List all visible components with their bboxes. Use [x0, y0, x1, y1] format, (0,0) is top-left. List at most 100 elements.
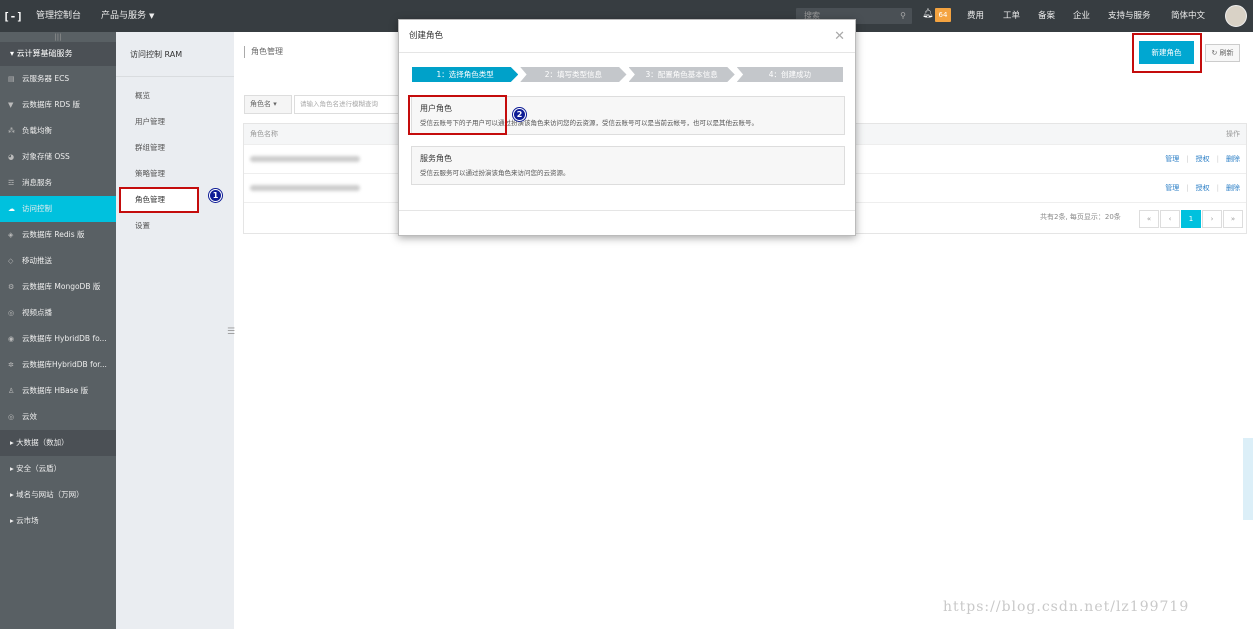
service-role-option[interactable]: 服务角色 受信云服务可以通过扮演该角色来访问您的云资源。 — [411, 146, 845, 185]
console-link[interactable]: 管理控制台 — [26, 0, 91, 32]
nav-enterprise[interactable]: 企业 — [1073, 0, 1090, 32]
left-sidebar: ||| ▾ 云计算基础服务 ▤ 云服务器 ECS ▼ 云数据库 RDS 版 ⁂ 负载均… — [0, 32, 116, 629]
products-menu[interactable]: 产品与服务 ▼ — [91, 0, 164, 32]
page-current[interactable]: 1 — [1181, 210, 1201, 228]
filter-select[interactable]: 角色名 ▾ — [244, 95, 292, 114]
subnav-item-settings[interactable]: 设置 — [116, 213, 234, 239]
nav-icp[interactable]: 备案 — [1038, 0, 1055, 32]
subnav-item-users[interactable]: 用户管理 — [116, 109, 234, 135]
authorize-link[interactable]: 授权 — [1196, 155, 1210, 163]
sidebar-item-label: 云服务器 ECS — [22, 74, 70, 83]
caret-down-icon: ▼ — [149, 12, 155, 20]
hbase-icon: ♙ — [8, 387, 15, 395]
redacted-role-name — [250, 185, 360, 191]
sidebar-group-market[interactable]: ▸ 云市场 — [0, 508, 116, 534]
nav-ticket[interactable]: 工单 — [1003, 0, 1020, 32]
sidebar-item-ram[interactable]: ☁ 访问控制 — [0, 196, 116, 222]
subnav-item-groups[interactable]: 群组管理 — [116, 135, 234, 161]
option-title: 服务角色 — [420, 154, 452, 163]
sidebar-item-push[interactable]: ◇ 移动推送 — [0, 248, 116, 274]
sidebar-item-label: 云效 — [22, 412, 37, 421]
manage-link[interactable]: 管理 — [1165, 184, 1179, 192]
sidebar-item-ecs[interactable]: ▤ 云服务器 ECS — [0, 66, 116, 92]
sidebar-group-security[interactable]: ▸ 安全（云盾） — [0, 456, 116, 482]
highlight-box — [408, 95, 507, 135]
subnav-item-overview[interactable]: 概览 — [116, 83, 234, 109]
subnav-item-roles[interactable]: 角色管理 — [119, 187, 199, 213]
delete-link[interactable]: 删除 — [1226, 184, 1240, 192]
sidebar-item-devops[interactable]: ◎ 云效 — [0, 404, 116, 430]
sidebar-group-domain[interactable]: ▸ 域名与网站（万网） — [0, 482, 116, 508]
bell-icon[interactable]: 🔔︎ — [922, 9, 933, 19]
push-icon: ◇ — [8, 257, 14, 265]
filter-select-value: 角色名 — [250, 100, 271, 108]
row-actions: 管理 | 授权 | 删除 — [1165, 155, 1240, 163]
authorize-link[interactable]: 授权 — [1196, 184, 1210, 192]
sidebar-group-label: 安全（云盾） — [16, 464, 62, 473]
sidebar-item-oss[interactable]: ◕ 对象存储 OSS — [0, 144, 116, 170]
sidebar-item-mongodb[interactable]: ⚙ 云数据库 MongoDB 版 — [0, 274, 116, 300]
wizard-steps: 1：选择角色类型 2：填写类型信息 3：配置角色基本信息 4：创建成功 — [412, 67, 843, 82]
sidebar-toggle-icon[interactable]: ||| — [0, 32, 116, 42]
step-4: 4：创建成功 — [736, 67, 843, 82]
row-actions: 管理 | 授权 | 删除 — [1165, 184, 1240, 192]
feedback-tab[interactable] — [1243, 438, 1253, 520]
nav-support[interactable]: 支持与服务 — [1108, 0, 1151, 32]
step-2: 2：填写类型信息 — [520, 67, 627, 82]
refresh-button[interactable]: ↻ 刷新 — [1205, 44, 1240, 62]
step-marker-2: 2 — [513, 108, 526, 121]
pagination-info: 共有2条, 每页显示：20条 — [1040, 213, 1121, 221]
sidebar-group-label: 域名与网站（万网） — [16, 490, 84, 499]
nav-billing[interactable]: 费用 — [967, 0, 984, 32]
message-icon: ☲ — [8, 179, 15, 187]
sidebar-item-mns[interactable]: ☲ 消息服务 — [0, 170, 116, 196]
sidebar-group-cloud[interactable]: ▾ 云计算基础服务 — [0, 42, 116, 66]
col-role-name: 角色名称 — [250, 130, 278, 138]
watermark: https://blog.csdn.net/lz199719 — [943, 599, 1190, 615]
breadcrumb: 角色管理 — [244, 46, 283, 58]
manage-link[interactable]: 管理 — [1165, 155, 1179, 163]
sidebar-item-redis[interactable]: ◈ 云数据库 Redis 版 — [0, 222, 116, 248]
next-page-button[interactable]: › — [1202, 210, 1222, 228]
sidebar-item-slb[interactable]: ⁂ 负载均衡 — [0, 118, 116, 144]
sidebar-group-bigdata[interactable]: ▸ 大数据（数加） — [0, 430, 116, 456]
delete-link[interactable]: 删除 — [1226, 155, 1240, 163]
sidebar-item-label: 云数据库HybridDB for... — [22, 360, 107, 369]
new-role-button[interactable]: 新建角色 — [1139, 41, 1194, 64]
sidebar-item-hybriddb-1[interactable]: ◉ 云数据库 HybridDB fo... — [0, 326, 116, 352]
sidebar-item-hybriddb-2[interactable]: ✲ 云数据库HybridDB for... — [0, 352, 116, 378]
products-label: 产品与服务 — [101, 11, 147, 21]
avatar[interactable] — [1225, 5, 1247, 27]
close-icon[interactable]: ✕ — [834, 20, 845, 53]
step-1: 1：选择角色类型 — [412, 67, 519, 82]
step-marker-1: 1 — [209, 189, 222, 202]
aliyun-logo-icon[interactable]: [-] — [0, 0, 26, 32]
sidebar-item-label: 负载均衡 — [22, 126, 52, 135]
server-icon: ▤ — [8, 75, 15, 83]
sidebar-item-label: 移动推送 — [22, 256, 52, 265]
storage-icon: ◕ — [8, 153, 15, 161]
sidebar-item-vod[interactable]: ◎ 视频点播 — [0, 300, 116, 326]
load-balancer-icon: ⁂ — [8, 127, 15, 135]
option-desc: 受信云服务可以通过扮演该角色来访问您的云资源。 — [420, 169, 570, 177]
search-icon[interactable]: ⚲ — [900, 8, 906, 24]
sidebar-item-label: 云数据库 RDS 版 — [22, 100, 81, 109]
cloud-key-icon: ☁ — [8, 205, 15, 213]
notification-badge[interactable]: 64 — [935, 8, 951, 22]
col-operations: 操作 — [1226, 130, 1240, 138]
hybriddb-icon: ◉ — [8, 335, 15, 343]
last-page-button[interactable]: » — [1223, 210, 1243, 228]
dialog-title: 创建角色 — [409, 31, 444, 41]
refresh-icon: ↻ — [1211, 49, 1218, 57]
first-page-button[interactable]: « — [1139, 210, 1159, 228]
nav-language[interactable]: 简体中文 — [1171, 0, 1205, 32]
dialog-header: 创建角色 ✕ — [399, 20, 855, 53]
filter-input[interactable]: 请输入角色名进行模糊查询 — [294, 95, 404, 114]
subnav-item-policies[interactable]: 策略管理 — [116, 161, 234, 187]
sidebar-item-hbase[interactable]: ♙ 云数据库 HBase 版 — [0, 378, 116, 404]
prev-page-button[interactable]: ‹ — [1160, 210, 1180, 228]
devops-icon: ◎ — [8, 413, 15, 421]
redis-icon: ◈ — [8, 231, 14, 239]
sidebar-item-rds[interactable]: ▼ 云数据库 RDS 版 — [0, 92, 116, 118]
hybriddb-icon: ✲ — [8, 361, 14, 369]
